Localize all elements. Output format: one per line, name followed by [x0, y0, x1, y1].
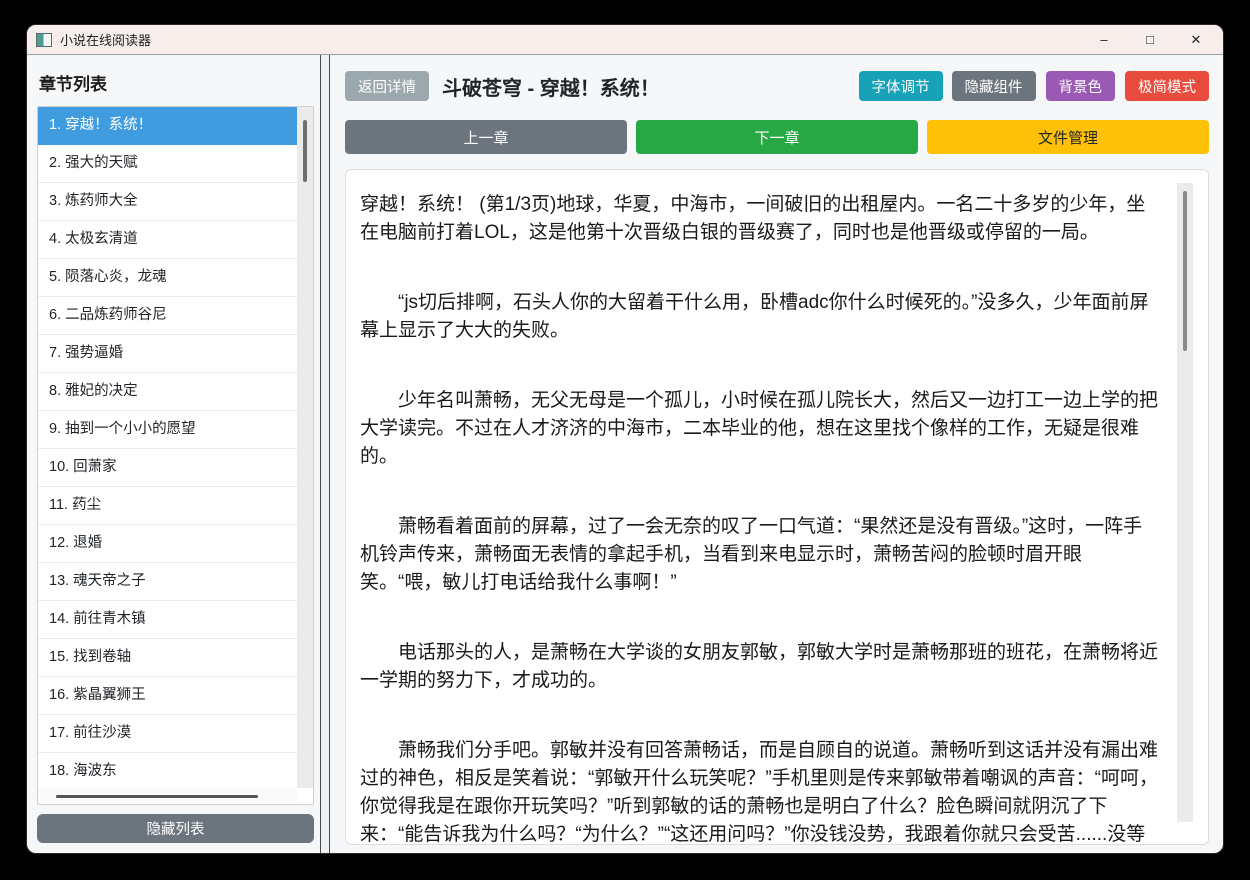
- chapter-item-1[interactable]: 1. 穿越！系统！: [38, 107, 297, 145]
- paragraph: 电话那头的人，是萧畅在大学谈的女朋友郭敏，郭敏大学时是萧畅那班的班花，在萧畅将近…: [360, 642, 1159, 691]
- next-chapter-button[interactable]: 下一章: [636, 120, 918, 154]
- chapter-item-10[interactable]: 10. 回萧家: [38, 449, 297, 487]
- paragraph: 萧畅我们分手吧。郭敏并没有回答萧畅话，而是自顾自的说道。萧畅听到这话并没有漏出难…: [360, 740, 1159, 844]
- chapter-item-9[interactable]: 9. 抽到一个小小的愿望: [38, 411, 297, 449]
- app-window: 小说在线阅读器 – □ ✕ 章节列表 1. 穿越！系统！ 2. 强大的天赋 3.…: [27, 25, 1223, 853]
- chapter-list-title: 章节列表: [39, 75, 107, 94]
- reader-main: 返回详情 斗破苍穹 - 穿越！系统！ 字体调节 隐藏组件 背景色 极简模式 上一…: [330, 55, 1223, 853]
- reader-toolbar: 返回详情 斗破苍穹 - 穿越！系统！ 字体调节 隐藏组件 背景色 极简模式: [345, 71, 1209, 101]
- chapter-sidebar: 章节列表 1. 穿越！系统！ 2. 强大的天赋 3. 炼药师大全 4. 太极玄清…: [27, 55, 320, 853]
- scrollbar-corner: [297, 788, 313, 804]
- font-adjust-button[interactable]: 字体调节: [858, 71, 943, 101]
- paragraph: 萧畅看着面前的屏幕，过了一会无奈的叹了一口气道：“果然还是没有晋级。”这时，一阵…: [360, 516, 1143, 593]
- back-to-details-button[interactable]: 返回详情: [345, 71, 429, 101]
- chapter-list-panel: 1. 穿越！系统！ 2. 强大的天赋 3. 炼药师大全 4. 太极玄清道 5. …: [37, 106, 314, 805]
- chapter-item-17[interactable]: 17. 前往沙漠: [38, 715, 297, 753]
- reader-panel: 穿越！系统！ (第1/3页)地球，华夏，中海市，一间破旧的出租屋内。一名二十多岁…: [345, 169, 1209, 845]
- background-color-button[interactable]: 背景色: [1045, 71, 1115, 101]
- content-area: 章节列表 1. 穿越！系统！ 2. 强大的天赋 3. 炼药师大全 4. 太极玄清…: [27, 55, 1223, 853]
- chapter-list-vertical-scrollbar-thumb[interactable]: [303, 120, 307, 182]
- chapter-list: 1. 穿越！系统！ 2. 强大的天赋 3. 炼药师大全 4. 太极玄清道 5. …: [38, 107, 297, 788]
- file-manager-button[interactable]: 文件管理: [927, 120, 1209, 154]
- minimize-button[interactable]: –: [1087, 30, 1121, 49]
- prev-chapter-button[interactable]: 上一章: [345, 120, 627, 154]
- close-button[interactable]: ✕: [1179, 30, 1213, 50]
- panel-splitter[interactable]: [320, 55, 330, 853]
- book-title: 斗破苍穹 - 穿越！系统！: [442, 77, 660, 100]
- hide-components-button[interactable]: 隐藏组件: [951, 71, 1036, 101]
- chapter-list-vertical-scrollbar[interactable]: [297, 107, 313, 788]
- chapter-item-18[interactable]: 18. 海波东: [38, 753, 297, 788]
- app-icon: [36, 32, 52, 47]
- chapter-list-horizontal-scrollbar-thumb[interactable]: [56, 795, 258, 798]
- chapter-nav: 上一章 下一章 文件管理: [345, 120, 1209, 154]
- titlebar: 小说在线阅读器 – □ ✕: [27, 25, 1223, 55]
- maximize-button[interactable]: □: [1133, 30, 1167, 49]
- chapter-item-13[interactable]: 13. 魂天帝之子: [38, 563, 297, 601]
- chapter-item-8[interactable]: 8. 雅妃的决定: [38, 373, 297, 411]
- chapter-item-6[interactable]: 6. 二品炼药师谷尼: [38, 297, 297, 335]
- chapter-item-5[interactable]: 5. 陨落心炎，龙魂: [38, 259, 297, 297]
- chapter-item-2[interactable]: 2. 强大的天赋: [38, 145, 297, 183]
- chapter-text: 穿越！系统！ (第1/3页)地球，华夏，中海市，一间破旧的出租屋内。一名二十多岁…: [346, 170, 1160, 844]
- chapter-item-16[interactable]: 16. 紫晶翼狮王: [38, 677, 297, 715]
- paragraph: “js切后排啊，石头人你的大留着干什么用，卧槽adc你什么时候死的。”没多久，少…: [360, 292, 1149, 341]
- minimal-mode-button[interactable]: 极简模式: [1125, 71, 1209, 101]
- chapter-list-horizontal-scrollbar[interactable]: [38, 788, 297, 804]
- chapter-item-11[interactable]: 11. 药尘: [38, 487, 297, 525]
- window-title: 小说在线阅读器: [60, 33, 152, 48]
- hide-list-button[interactable]: 隐藏列表: [37, 814, 314, 843]
- chapter-item-3[interactable]: 3. 炼药师大全: [38, 183, 297, 221]
- reader-vertical-scrollbar[interactable]: [1177, 183, 1193, 822]
- chapter-item-12[interactable]: 12. 退婚: [38, 525, 297, 563]
- chapter-item-15[interactable]: 15. 找到卷轴: [38, 639, 297, 677]
- chapter-item-7[interactable]: 7. 强势逼婚: [38, 335, 297, 373]
- paragraph: 少年名叫萧畅，无父无母是一个孤儿，小时候在孤儿院长大，然后又一边打工一边上学的把…: [360, 390, 1159, 467]
- chapter-item-14[interactable]: 14. 前往青木镇: [38, 601, 297, 639]
- paragraph: 穿越！系统！ (第1/3页)地球，华夏，中海市，一间破旧的出租屋内。一名二十多岁…: [360, 194, 1146, 243]
- reader-vertical-scrollbar-thumb[interactable]: [1183, 191, 1187, 351]
- chapter-item-4[interactable]: 4. 太极玄清道: [38, 221, 297, 259]
